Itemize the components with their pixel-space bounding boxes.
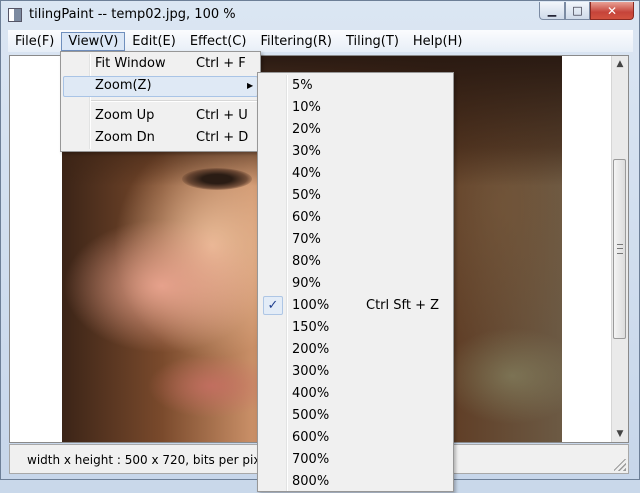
menu-item-zoom[interactable]: Zoom(Z) ▶ — [63, 76, 258, 97]
menu-bar: File(F) View(V) Edit(E) Effect(C) Filter… — [8, 30, 633, 52]
app-icon[interactable] — [8, 8, 22, 22]
resize-grip-icon[interactable] — [614, 459, 626, 471]
menu-item-fit-window[interactable]: Fit Window Ctrl + F — [63, 54, 258, 75]
checkmark-icon: ✓ — [263, 296, 283, 315]
menu-filtering[interactable]: Filtering(R) — [253, 32, 338, 51]
zoom-option-label: 200% — [292, 342, 330, 357]
menu-item-zoom-up[interactable]: Zoom Up Ctrl + U — [63, 106, 258, 127]
window-title: tilingPaint -- temp02.jpg, 100 % — [29, 7, 236, 22]
zoom-option-label: 300% — [292, 364, 330, 379]
vertical-scrollbar[interactable]: ▲ ▼ — [611, 56, 628, 442]
zoom-submenu: 5% 10% 20% 30% 40% 50% 60% 70% 80% 90% ✓… — [257, 72, 454, 492]
zoom-option[interactable]: 50% — [260, 185, 451, 207]
menu-item-label: Zoom(Z) — [95, 78, 152, 93]
menu-item-label: Fit Window — [95, 56, 166, 71]
zoom-option[interactable]: 40% — [260, 163, 451, 185]
zoom-option-label: 80% — [292, 254, 321, 269]
photo-eye-shade — [182, 168, 252, 190]
menu-item-shortcut: Ctrl + D — [196, 130, 249, 145]
zoom-option-label: 10% — [292, 100, 321, 115]
zoom-option[interactable]: 200% — [260, 339, 451, 361]
menu-separator — [91, 100, 257, 102]
zoom-option-label: 500% — [292, 408, 330, 423]
zoom-option[interactable]: 60% — [260, 207, 451, 229]
menu-item-shortcut: Ctrl + F — [196, 56, 246, 71]
menu-item-zoom-down[interactable]: Zoom Dn Ctrl + D — [63, 128, 258, 149]
scroll-up-icon[interactable]: ▲ — [612, 56, 628, 72]
zoom-option[interactable]: 20% — [260, 119, 451, 141]
menu-item-label: Zoom Dn — [95, 130, 155, 145]
menu-tiling[interactable]: Tiling(T) — [339, 32, 406, 51]
menu-edit[interactable]: Edit(E) — [125, 32, 183, 51]
zoom-option[interactable]: 800% — [260, 471, 451, 493]
menu-file[interactable]: File(F) — [8, 32, 61, 51]
zoom-option[interactable]: 90% — [260, 273, 451, 295]
zoom-option[interactable]: 500% — [260, 405, 451, 427]
zoom-option[interactable]: 300% — [260, 361, 451, 383]
zoom-option-label: 150% — [292, 320, 330, 335]
zoom-option-label: 400% — [292, 386, 330, 401]
menu-item-label: Zoom Up — [95, 108, 155, 123]
view-menu-dropdown: Fit Window Ctrl + F Zoom(Z) ▶ Zoom Up Ct… — [60, 51, 261, 152]
zoom-option-label: 60% — [292, 210, 321, 225]
close-icon: ✕ — [606, 3, 618, 18]
close-button[interactable]: ✕ — [590, 2, 634, 20]
zoom-option-label: 100% — [292, 298, 330, 313]
scrollbar-thumb[interactable] — [613, 159, 626, 339]
zoom-option-shortcut: Ctrl Sft + Z — [366, 298, 440, 313]
zoom-option[interactable]: 5% — [260, 75, 451, 97]
zoom-option[interactable]: 70% — [260, 229, 451, 251]
zoom-option-label: 30% — [292, 144, 321, 159]
zoom-option[interactable]: 80% — [260, 251, 451, 273]
zoom-option-100-checked[interactable]: ✓ 100% Ctrl Sft + Z — [260, 295, 451, 317]
status-text: width x height : 500 x 720, bits per pix… — [27, 453, 271, 467]
zoom-option[interactable]: 150% — [260, 317, 451, 339]
caption-buttons: ▁ □ ✕ — [539, 2, 634, 21]
submenu-arrow-icon: ▶ — [247, 81, 254, 90]
zoom-option-label: 20% — [292, 122, 321, 137]
menu-help[interactable]: Help(H) — [406, 32, 470, 51]
zoom-option-label: 800% — [292, 474, 330, 489]
zoom-option[interactable]: 10% — [260, 97, 451, 119]
zoom-option[interactable]: 400% — [260, 383, 451, 405]
maximize-button[interactable]: □ — [565, 2, 590, 20]
zoom-option-label: 700% — [292, 452, 330, 467]
menu-item-shortcut: Ctrl + U — [196, 108, 248, 123]
zoom-option-label: 90% — [292, 276, 321, 291]
grip-icon — [617, 244, 623, 254]
zoom-option-label: 50% — [292, 188, 321, 203]
maximize-icon: □ — [572, 4, 583, 17]
zoom-option[interactable]: 600% — [260, 427, 451, 449]
zoom-option-label: 5% — [292, 78, 313, 93]
minimize-button[interactable]: ▁ — [539, 2, 565, 20]
zoom-option-label: 600% — [292, 430, 330, 445]
zoom-option-label: 70% — [292, 232, 321, 247]
zoom-option[interactable]: 700% — [260, 449, 451, 471]
zoom-option[interactable]: 30% — [260, 141, 451, 163]
scroll-down-icon[interactable]: ▼ — [612, 426, 628, 442]
title-bar[interactable]: tilingPaint -- temp02.jpg, 100 % ▁ □ ✕ — [1, 1, 639, 29]
menu-effect[interactable]: Effect(C) — [183, 32, 254, 51]
zoom-option-label: 40% — [292, 166, 321, 181]
menu-view[interactable]: View(V) — [61, 31, 126, 51]
minimize-icon: ▁ — [547, 4, 557, 17]
